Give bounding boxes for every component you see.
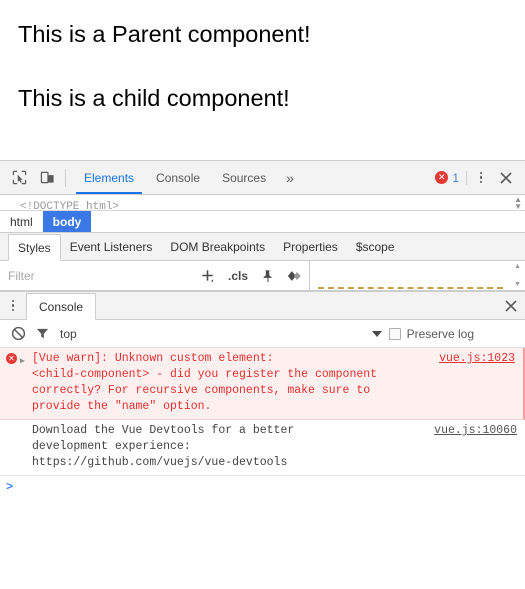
pin-icon[interactable] [255,261,281,290]
filter-icon[interactable] [30,322,54,346]
styles-filter-input[interactable] [0,268,194,283]
devtools-toolbar: Elements Console Sources » ✕ 1 [0,161,525,195]
clear-console-icon[interactable] [6,322,30,346]
drawer-tab-list: Console [0,292,525,320]
expand-triangle-icon[interactable]: ▶ [20,351,32,415]
context-dropdown-caret[interactable] [371,330,382,337]
styles-tab-list: Styles Event Listeners DOM Breakpoints P… [0,233,525,261]
styles-filter-row: .cls ▲▼ [0,261,525,291]
computed-box-model: ▲ ▼ [310,261,525,290]
inspect-element-icon[interactable] [5,164,33,192]
info-arrow-spacer [20,423,32,471]
drawer-tab-console[interactable]: Console [26,293,97,320]
console-toolbar-right: Preserve log [371,326,519,341]
box-model-margin-outline [318,265,503,289]
error-icon: ✕ [6,351,20,415]
close-drawer-icon[interactable] [497,292,525,319]
more-options-icon[interactable] [469,165,493,191]
tab-elements[interactable]: Elements [73,161,145,194]
computed-styles-icon[interactable] [281,261,309,290]
error-count-badge[interactable]: ✕ 1 [435,170,467,185]
preserve-log-checkbox[interactable] [388,327,401,340]
styles-filter-left: .cls [0,261,310,290]
breadcrumb-item-html[interactable]: html [0,211,43,232]
tab-sources[interactable]: Sources [211,161,277,194]
page-heading-child: This is a child component! [18,84,290,111]
preserve-log-control[interactable]: Preserve log [388,326,474,341]
console-toolbar: top Preserve log [0,320,525,348]
doctype-node: <!DOCTYPE html> [20,201,120,211]
device-toolbar-icon[interactable] [33,164,61,192]
drawer-menu-icon[interactable] [0,292,26,319]
breadcrumb: html body [0,211,525,233]
console-context-selector[interactable]: top [60,327,77,341]
devtools-panel: Elements Console Sources » ✕ 1 <!DOCTYPE… [0,160,525,589]
dom-tree-sliver[interactable]: <!DOCTYPE html> ▲ ▼ [0,195,525,211]
close-devtools-icon[interactable] [493,165,519,191]
plus-icon[interactable] [194,261,221,290]
info-source-link[interactable]: vue.js:10060 [434,423,517,439]
console-message-list: ✕ ▶ [Vue warn]: Unknown custom element: … [0,348,525,589]
tab-dom-breakpoints[interactable]: DOM Breakpoints [161,233,274,260]
prompt-chevron-icon: > [6,480,14,494]
rendered-page-content: This is a Parent component! This is a ch… [0,0,525,160]
page-heading-parent: This is a Parent component! [18,21,311,47]
console-message-error[interactable]: ✕ ▶ [Vue warn]: Unknown custom element: … [0,348,525,420]
error-source-link[interactable]: vue.js:1023 [439,351,515,367]
info-icon-spacer [6,423,20,471]
more-tabs-icon[interactable]: » [277,161,303,194]
preserve-log-label: Preserve log [406,326,474,341]
styles-pane-scrollbar[interactable]: ▲ ▼ [510,261,525,290]
tab-console[interactable]: Console [145,161,211,194]
tab-styles[interactable]: Styles [8,234,61,261]
error-icon: ✕ [435,171,449,184]
console-drawer: Console top Preserve log ✕ ▶ [Vue warn]:… [0,291,525,589]
tab-event-listeners[interactable]: Event Listeners [61,233,162,260]
toggle-class-button[interactable]: .cls [221,261,255,290]
toolbar-divider [65,168,66,187]
error-count-label: 1 [452,170,459,185]
console-message-info[interactable]: Download the Vue Devtools for a better d… [0,420,525,476]
tab-scope[interactable]: $scope [347,233,404,260]
console-prompt[interactable]: > [0,476,525,498]
tab-properties[interactable]: Properties [274,233,347,260]
dom-scrollbar[interactable]: ▲ ▼ [514,196,522,211]
breadcrumb-item-body[interactable]: body [42,211,92,232]
toolbar-right-controls: ✕ 1 [435,165,525,191]
error-glyph: ✕ [6,353,17,364]
devtools-tab-list: Elements Console Sources » [73,161,303,194]
